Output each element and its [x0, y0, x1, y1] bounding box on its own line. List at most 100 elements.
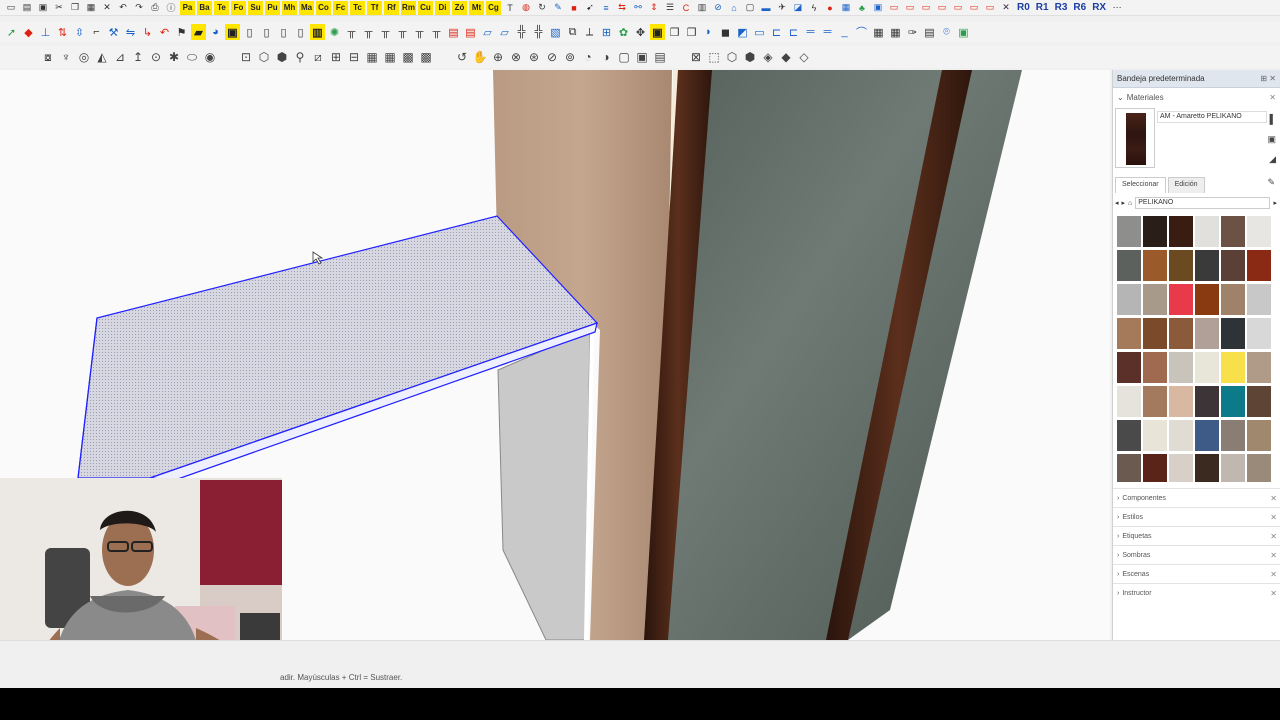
next-view-icon[interactable]: ⊚	[562, 48, 578, 66]
ruler-icon[interactable]: ⟂	[582, 24, 597, 40]
back-icon[interactable]: ◂	[1115, 199, 1119, 207]
eraser-icon[interactable]: ⬭	[184, 48, 200, 66]
close-icon[interactable]: ✕	[1270, 570, 1277, 579]
shelf-1-icon[interactable]: ╥	[344, 24, 359, 40]
material-swatch[interactable]	[1221, 386, 1245, 417]
lattice-3-icon[interactable]: ▩	[400, 48, 416, 66]
style-wire-icon[interactable]: ⬡	[724, 48, 740, 66]
material-swatch[interactable]	[1247, 284, 1271, 315]
scale-icon[interactable]: ⇕	[647, 1, 661, 15]
flag-icon[interactable]: ⚑	[174, 24, 189, 40]
gear-green-icon[interactable]: ✺	[327, 24, 342, 40]
view-2-icon[interactable]: ▣	[634, 48, 650, 66]
section-plane-icon[interactable]: ⧄	[310, 48, 326, 66]
save-icon[interactable]: ▣	[36, 1, 50, 15]
rect-red-4-icon[interactable]: ▭	[935, 1, 949, 15]
move-red-icon[interactable]: ⇆	[615, 1, 629, 15]
text-tool-icon[interactable]: T	[503, 1, 517, 15]
shelf-2-icon[interactable]: ╥	[361, 24, 376, 40]
tray-controls-icon[interactable]: ⊞ ✕	[1260, 74, 1280, 83]
style-xray-icon[interactable]: ⊠	[688, 48, 704, 66]
door-1-icon[interactable]: ▯	[242, 24, 257, 40]
slide-icon[interactable]: ◩	[735, 24, 750, 40]
material-swatch[interactable]	[1143, 216, 1167, 247]
paint-icon-2[interactable]: ◉	[202, 48, 218, 66]
cube-icon[interactable]: ◪	[791, 1, 805, 15]
tab-seleccionar[interactable]: Seleccionar	[1115, 177, 1166, 193]
trim-icon[interactable]: ⌐	[89, 24, 104, 40]
style-hidden-icon[interactable]: ⬢	[742, 48, 758, 66]
material-swatch[interactable]	[1143, 386, 1167, 417]
move-icon[interactable]: ✥	[633, 24, 648, 40]
tab-edicion[interactable]: Edición	[1167, 177, 1205, 193]
lattice-2-icon[interactable]: ▦	[382, 48, 398, 66]
pan-icon[interactable]: ✋	[472, 48, 488, 66]
shelf-4-icon[interactable]: ╥	[395, 24, 410, 40]
material-swatch[interactable]	[1195, 250, 1219, 281]
section-componentes[interactable]: › Componentes ✕	[1113, 488, 1280, 507]
undo-red-icon[interactable]: ↶	[157, 24, 172, 40]
list-icon[interactable]: ☰	[663, 1, 677, 15]
material-swatch[interactable]	[1169, 454, 1193, 482]
erase-icon[interactable]: ✕	[100, 1, 114, 15]
create-material-icon[interactable]: ▣	[1267, 134, 1276, 145]
material-swatch[interactable]	[1169, 352, 1193, 383]
material-swatch[interactable]	[1143, 318, 1167, 349]
material-swatch[interactable]	[1195, 318, 1219, 349]
plugin-button-su[interactable]: Su	[248, 0, 263, 15]
close-icon[interactable]: ✕	[1269, 93, 1276, 102]
material-swatch[interactable]	[1169, 318, 1193, 349]
rcode-r3-button[interactable]: R3	[1053, 1, 1070, 15]
rcode-r1-button[interactable]: R1	[1034, 1, 1051, 15]
open-file-icon[interactable]: ▤	[20, 1, 34, 15]
material-swatch[interactable]	[1247, 250, 1271, 281]
lattice-4-icon[interactable]: ▩	[418, 48, 434, 66]
export-icon[interactable]: ▧	[548, 24, 563, 40]
door-2-icon[interactable]: ▯	[259, 24, 274, 40]
stretch-icon[interactable]: ⇳	[72, 24, 87, 40]
rect-red-6-icon[interactable]: ▭	[967, 1, 981, 15]
section-icon[interactable]: ▥	[695, 1, 709, 15]
line-blue-5-icon[interactable]: _	[837, 24, 852, 40]
box-icon[interactable]: ▣	[225, 24, 240, 40]
material-swatch[interactable]	[1143, 454, 1167, 482]
sample-paint-icon[interactable]: ▌	[1270, 114, 1276, 124]
material-swatch[interactable]	[1195, 420, 1219, 451]
material-swatch[interactable]	[1195, 454, 1219, 482]
zoom-extents-icon[interactable]: ⊛	[526, 48, 542, 66]
offset-icon[interactable]: ⊿	[112, 48, 128, 66]
shape-icon[interactable]: ◗	[701, 24, 716, 40]
material-swatch[interactable]	[1143, 250, 1167, 281]
joint-icon[interactable]: ╬	[514, 24, 529, 40]
slash-icon[interactable]: ⊘	[711, 1, 725, 15]
print-icon[interactable]: ⎙	[148, 1, 162, 15]
section-etiquetas[interactable]: › Etiquetas ✕	[1113, 526, 1280, 545]
sandbox-icon[interactable]: ♆	[58, 48, 74, 66]
layers-icon[interactable]: ≡	[599, 1, 613, 15]
plugin-button-rm[interactable]: Rm	[401, 0, 416, 15]
section-instructor[interactable]: › Instructor ✕	[1113, 583, 1280, 602]
undo-icon[interactable]: ↶	[116, 1, 130, 15]
plugin-button-ba[interactable]: Ba	[197, 0, 212, 15]
material-swatch[interactable]	[1195, 216, 1219, 247]
paint-icon[interactable]: ◍	[519, 1, 533, 15]
plugin-button-cu[interactable]: Cu	[418, 0, 433, 15]
sketch-icon[interactable]: ✎	[551, 1, 565, 15]
rect-red-5-icon[interactable]: ▭	[951, 1, 965, 15]
material-swatch[interactable]	[1143, 284, 1167, 315]
rcode-r6-button[interactable]: R6	[1071, 1, 1088, 15]
push-pull-icon[interactable]: ↥	[130, 48, 146, 66]
grid-view-1-icon[interactable]: ⊞	[328, 48, 344, 66]
rect-red-2-icon[interactable]: ▭	[903, 1, 917, 15]
material-swatch[interactable]	[1117, 250, 1141, 281]
drawer-icon[interactable]: ▤	[446, 24, 461, 40]
hammer-icon[interactable]: ⚒	[106, 24, 121, 40]
material-swatch[interactable]	[1221, 250, 1245, 281]
shelf-3-icon[interactable]: ╥	[378, 24, 393, 40]
cabinet-icon[interactable]: ▤	[922, 24, 937, 40]
plugin-green-icon[interactable]: ♣	[855, 1, 869, 15]
orbit-icon[interactable]: ↺	[454, 48, 470, 66]
material-swatch[interactable]	[1117, 386, 1141, 417]
monitor-icon[interactable]: ▬	[759, 1, 773, 15]
slab-2-icon[interactable]: ▱	[497, 24, 512, 40]
